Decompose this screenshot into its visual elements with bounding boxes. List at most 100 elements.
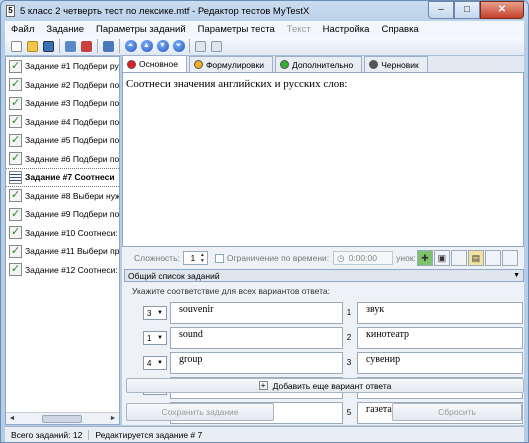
- task-item[interactable]: Задание #5 Подбери по: [6, 131, 119, 150]
- match-select[interactable]: 4 ▼: [143, 356, 167, 370]
- delete-task-icon[interactable]: [79, 39, 94, 54]
- maximize-button[interactable]: □: [454, 1, 480, 19]
- left-answer-input[interactable]: souvenir: [170, 302, 343, 324]
- toolbar: ⏶ ▲ ▼ ⏷: [5, 37, 524, 56]
- task-item[interactable]: Задание #10 Соотнеси:: [6, 224, 119, 243]
- menu-task[interactable]: Задание: [40, 24, 90, 35]
- save-icon[interactable]: [41, 39, 56, 54]
- task-list-icon[interactable]: [101, 39, 116, 54]
- difficulty-spinner[interactable]: 1 ▲ ▼: [182, 251, 208, 265]
- task-item[interactable]: Задание #4 Подбери по: [6, 113, 119, 132]
- new-file-icon[interactable]: [9, 39, 24, 54]
- blank-button[interactable]: [501, 250, 518, 266]
- question-editor[interactable]: Соотнеси значения английских и русских с…: [122, 73, 524, 247]
- task-item[interactable]: Задание #11 Выбери пра: [6, 242, 119, 261]
- time-limit-label: Ограничение по времени:: [226, 253, 330, 263]
- save-task-button[interactable]: Сохранить задание: [126, 403, 274, 421]
- tab-wordings[interactable]: Формулировки: [188, 56, 274, 72]
- tab-additional[interactable]: Дополнительно: [275, 56, 363, 72]
- left-answer-input[interactable]: group: [170, 352, 343, 374]
- add-task-icon[interactable]: [63, 39, 78, 54]
- editor-panel: Основное Формулировки Дополнительно Черн…: [122, 55, 524, 425]
- task-item[interactable]: Задание #2 Подбери по: [6, 76, 119, 95]
- right-answer-input[interactable]: сувенир: [357, 352, 523, 374]
- move-last-icon[interactable]: ⏷: [171, 39, 186, 54]
- answer-row: 3 ▼ souvenir 1 звук: [122, 302, 524, 324]
- checked-icon: [9, 133, 22, 147]
- answer-row: 4 ▼ group 3 сувенир: [122, 352, 524, 374]
- task-item[interactable]: Задание #6 Подбери по: [6, 150, 119, 169]
- move-first-icon[interactable]: ⏶: [123, 39, 138, 54]
- task-item[interactable]: Задание #3 Подбери по: [6, 94, 119, 113]
- task-item-active[interactable]: Задание #7 Соотнеси: [6, 168, 119, 187]
- right-answer-input[interactable]: кинотеатр: [357, 327, 523, 349]
- add-answer-button[interactable]: + Добавить еще вариант ответа: [126, 378, 524, 393]
- move-down-icon[interactable]: ▼: [155, 39, 170, 54]
- match-select[interactable]: 3 ▼: [143, 306, 167, 320]
- task-list-dropdown[interactable]: Общий список заданий ▼: [124, 269, 524, 282]
- tab-strip: Основное Формулировки Дополнительно Черн…: [122, 55, 524, 73]
- checked-icon: [9, 96, 22, 110]
- blank-button[interactable]: [450, 250, 467, 266]
- tab-draft[interactable]: Черновик: [364, 56, 428, 72]
- camera-icon[interactable]: ▣: [433, 250, 450, 266]
- row-number: 1: [346, 308, 352, 317]
- list-icon: [9, 170, 22, 184]
- window-title: 5 класс 2 четверть тест по лексике.mtf -…: [20, 5, 310, 17]
- left-answer-input[interactable]: sound: [170, 327, 343, 349]
- menu-task-params[interactable]: Параметры заданий: [90, 24, 192, 35]
- task-item[interactable]: Задание #8 Выбери нуж: [6, 187, 119, 206]
- match-select[interactable]: 1 ▼: [143, 331, 167, 345]
- time-limit-input[interactable]: ◷ 0:00:00: [333, 251, 394, 265]
- status-bar: Всего заданий: 12 Редактируется задание …: [5, 426, 524, 442]
- task-list: Задание #1 Подбери рус Задание #2 Подбер…: [5, 56, 120, 425]
- close-button[interactable]: ✕: [480, 1, 524, 19]
- chevron-down-icon: ▼: [513, 272, 520, 279]
- task-item[interactable]: Задание #1 Подбери рус: [6, 57, 119, 76]
- move-up-icon[interactable]: ▲: [139, 39, 154, 54]
- chevron-down-icon: ▼: [157, 310, 163, 316]
- checked-icon: [9, 262, 22, 277]
- row-number: 2: [346, 333, 352, 342]
- menu-text[interactable]: Текст: [281, 24, 317, 35]
- picture-label: унок:: [396, 253, 416, 263]
- menu-test-params[interactable]: Параметры теста: [192, 24, 281, 35]
- plus-icon: +: [258, 381, 268, 390]
- time-limit-checkbox[interactable]: [214, 253, 224, 263]
- row-number: 5: [346, 408, 352, 417]
- title-bar: 5 5 класс 2 четверть тест по лексике.mtf…: [1, 1, 528, 21]
- menu-file[interactable]: Файл: [5, 24, 40, 35]
- menu-help[interactable]: Справка: [375, 24, 424, 35]
- reset-button[interactable]: Сбросить: [392, 403, 522, 421]
- menu-settings[interactable]: Настройка: [317, 24, 376, 35]
- toolbar-separator: [119, 39, 120, 53]
- open-folder-icon[interactable]: [25, 39, 40, 54]
- checked-icon: [9, 77, 22, 92]
- paste-picture-icon[interactable]: ▤: [467, 250, 484, 266]
- scroll-thumb[interactable]: [42, 415, 82, 423]
- yellow-dot-icon: [193, 60, 203, 69]
- tab-main[interactable]: Основное: [122, 55, 187, 72]
- question-text[interactable]: Соотнеси значения английских и русских с…: [126, 78, 520, 90]
- minimize-button[interactable]: –: [428, 1, 454, 19]
- task-item[interactable]: Задание #9 Подбери по: [6, 205, 119, 224]
- instruction-text: Укажите соответствие для всех вариантов …: [132, 286, 330, 296]
- task-item[interactable]: Задание #12 Соотнеси:: [6, 261, 119, 280]
- app-icon: 5: [6, 5, 15, 17]
- clock-icon: ◷: [337, 252, 345, 263]
- add-picture-icon[interactable]: ✚: [416, 250, 433, 266]
- checked-icon: [9, 244, 22, 258]
- checked-icon: [9, 59, 22, 73]
- blank-button[interactable]: [484, 250, 501, 266]
- right-answer-input[interactable]: звук: [357, 302, 523, 324]
- scroll-right-icon[interactable]: ►: [108, 414, 118, 424]
- checked-icon: [9, 188, 22, 203]
- copy-icon[interactable]: [193, 39, 208, 54]
- spin-arrows-icon[interactable]: ▲ ▼: [200, 252, 205, 264]
- paste-icon[interactable]: [209, 39, 224, 54]
- horizontal-scrollbar[interactable]: ◄ ►: [6, 412, 119, 424]
- checked-icon: [9, 151, 22, 166]
- scroll-left-icon[interactable]: ◄: [7, 414, 17, 424]
- answer-row: 1 ▼ sound 2 кинотеатр: [122, 327, 524, 349]
- toolbar-separator: [97, 39, 98, 53]
